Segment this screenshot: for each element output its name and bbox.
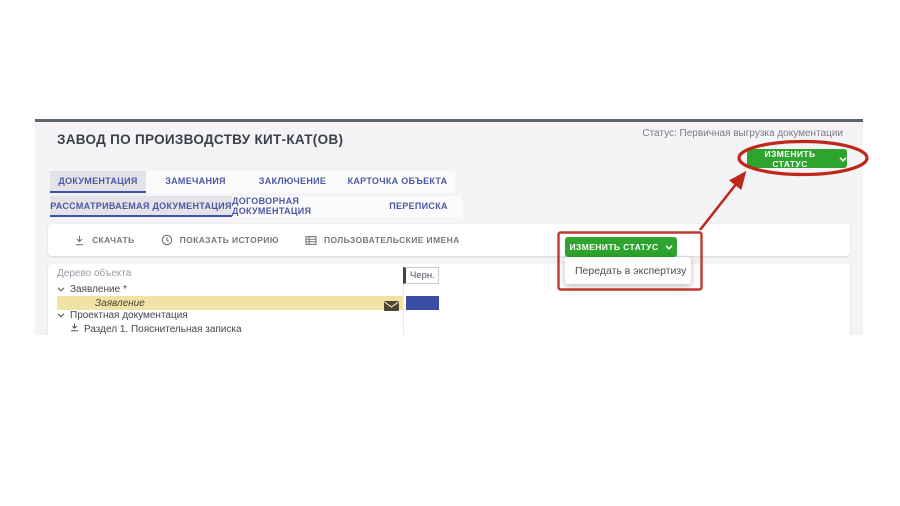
tree-item-application-selected[interactable]: Заявление — [57, 296, 403, 310]
tab-label: ДОКУМЕНТАЦИЯ — [58, 176, 137, 186]
user-names-button[interactable]: ПОЛЬЗОВАТЕЛЬСКИЕ ИМЕНА — [305, 235, 460, 246]
menu-item-send-to-expertise[interactable]: Передать в экспертизу — [575, 265, 686, 277]
tab-label: КАРТОЧКА ОБЪЕКТА — [348, 176, 448, 186]
change-status-button-header[interactable]: ИЗМЕНИТЬ СТАТУС — [747, 149, 847, 168]
change-status-button-label: ИЗМЕНИТЬ СТАТУС — [747, 149, 833, 169]
change-status-dropdown-label: ИЗМЕНИТЬ СТАТУС — [569, 242, 658, 252]
tab-remarks[interactable]: ЗАМЕЧАНИЯ — [146, 171, 245, 193]
download-icon — [70, 323, 79, 335]
toolbar: СКАЧАТЬ ПОКАЗАТЬ ИСТОРИЮ ПОЛЬЗОВАТЕЛЬСКИ… — [48, 224, 850, 256]
chevron-down-icon[interactable] — [57, 284, 65, 295]
tab-contract-documentation[interactable]: ДОГОВОРНАЯ ДОКУМЕНТАЦИЯ — [232, 196, 375, 217]
tab-documentation[interactable]: ДОКУМЕНТАЦИЯ — [50, 171, 146, 193]
tree-item-label: Раздел 1. Пояснительная записка — [84, 324, 242, 335]
tree-item-label: Заявление * — [70, 284, 127, 295]
tree-item-label: Заявление — [95, 298, 145, 309]
tree-item-application-group[interactable]: Заявление * — [57, 284, 127, 295]
draft-status-cell[interactable] — [406, 296, 439, 310]
show-history-button[interactable]: ПОКАЗАТЬ ИСТОРИЮ — [161, 234, 279, 246]
download-button[interactable]: СКАЧАТЬ — [74, 235, 135, 246]
tab-label: ЗАКЛЮЧЕНИЕ — [259, 176, 326, 186]
tree-item-section-1[interactable]: Раздел 1. Пояснительная записка — [70, 323, 242, 335]
download-label: СКАЧАТЬ — [92, 235, 135, 245]
mail-icon — [384, 298, 399, 316]
object-tree-card: Дерево объекта Черн. Заявление * Заявлен… — [48, 264, 850, 335]
user-names-label: ПОЛЬЗОВАТЕЛЬСКИЕ ИМЕНА — [324, 235, 460, 245]
secondary-tabbar: РАССМАТРИВАЕМАЯ ДОКУМЕНТАЦИЯ ДОГОВОРНАЯ … — [50, 196, 462, 217]
history-clock-icon — [161, 234, 173, 246]
chevron-down-icon — [839, 154, 847, 164]
change-status-dropdown-button[interactable]: ИЗМЕНИТЬ СТАТУС — [565, 237, 677, 257]
tab-label: РАССМАТРИВАЕМАЯ ДОКУМЕНТАЦИЯ — [50, 201, 231, 211]
page-title: ЗАВОД ПО ПРОИЗВОДСТВУ КИТ-КАТ(ОВ) — [57, 132, 343, 147]
primary-tabbar: ДОКУМЕНТАЦИЯ ЗАМЕЧАНИЯ ЗАКЛЮЧЕНИЕ КАРТОЧ… — [50, 171, 455, 193]
status-label: Статус: Первичная выгрузка документации — [642, 128, 843, 139]
draft-column-header: Черн. — [403, 267, 439, 284]
user-names-list-icon — [305, 235, 317, 246]
tab-label: ДОГОВОРНАЯ ДОКУМЕНТАЦИЯ — [232, 196, 375, 216]
tab-correspondence[interactable]: ПЕРЕПИСКА — [375, 196, 462, 217]
tab-label: ЗАМЕЧАНИЯ — [165, 176, 226, 186]
show-history-label: ПОКАЗАТЬ ИСТОРИЮ — [180, 235, 279, 245]
tree-item-label: Проектная документация — [70, 310, 188, 321]
tab-label: ПЕРЕПИСКА — [389, 201, 448, 211]
status-dropdown-menu: Передать в экспертизу — [565, 257, 691, 284]
tree-item-project-documentation[interactable]: Проектная документация — [57, 310, 188, 321]
object-tree-heading: Дерево объекта — [57, 268, 131, 279]
download-icon — [74, 235, 85, 246]
chevron-down-icon — [665, 242, 673, 252]
draft-column-label: Черн. — [410, 270, 435, 281]
tab-reviewed-documentation[interactable]: РАССМАТРИВАЕМАЯ ДОКУМЕНТАЦИЯ — [50, 196, 232, 217]
screenshot-canvas: ЗАВОД ПО ПРОИЗВОДСТВУ КИТ-КАТ(ОВ) Статус… — [0, 0, 900, 506]
chevron-down-icon[interactable] — [57, 310, 65, 321]
main-panel: ЗАВОД ПО ПРОИЗВОДСТВУ КИТ-КАТ(ОВ) Статус… — [35, 119, 863, 335]
tab-conclusion[interactable]: ЗАКЛЮЧЕНИЕ — [245, 171, 340, 193]
tab-object-card[interactable]: КАРТОЧКА ОБЪЕКТА — [340, 171, 455, 193]
